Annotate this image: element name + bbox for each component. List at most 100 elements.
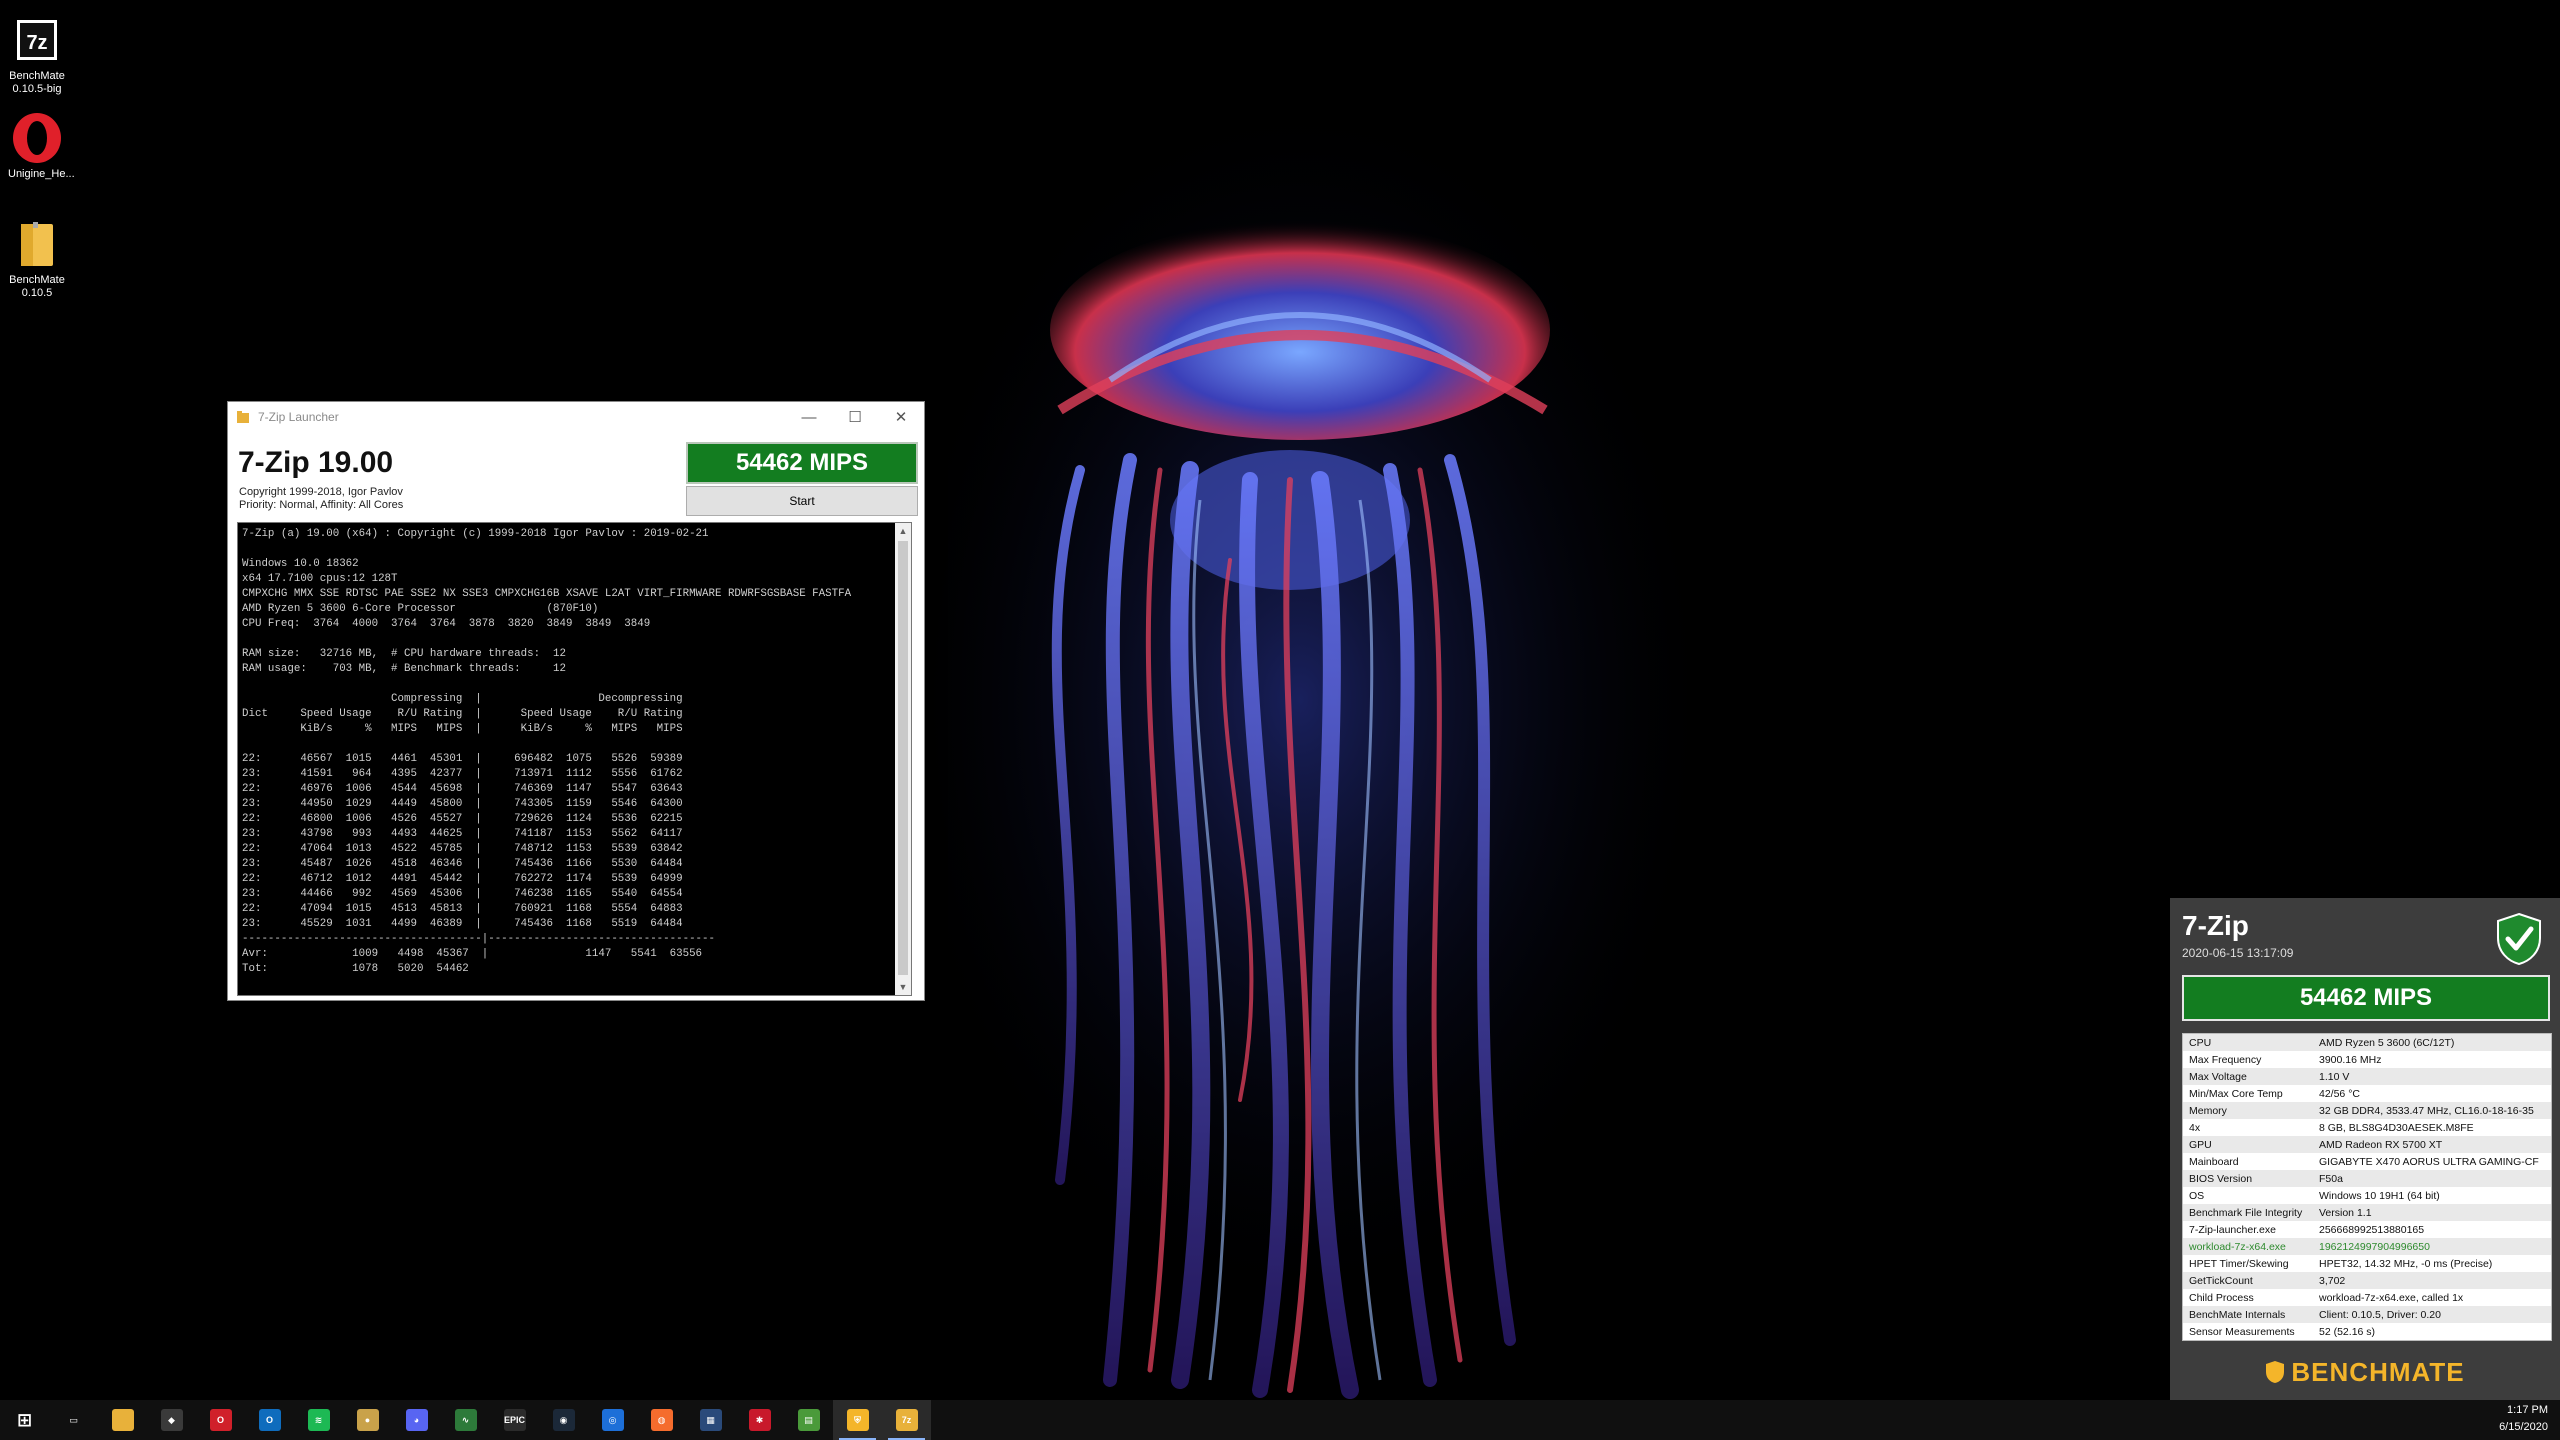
- info-row: CPU AMD Ryzen 5 3600 (6C/12T): [2183, 1034, 2551, 1051]
- console-line: 22: 47094 1015 4513 45813 | 760921 1168 …: [242, 903, 683, 915]
- task-view-icon: ▭: [62, 1409, 85, 1431]
- taskbar-button[interactable]: EPIC: [490, 1400, 539, 1440]
- taskbar-button[interactable]: ◎: [588, 1400, 637, 1440]
- console-line: CPU Freq: 3764 4000 3764 3764 3878 3820 …: [242, 618, 651, 630]
- desktop-icon-unigine[interactable]: Unigine_He...: [8, 112, 75, 181]
- system-clock[interactable]: 1:17 PM 6/15/2020: [2499, 1402, 2548, 1436]
- taskbar-button[interactable]: ◍: [637, 1400, 686, 1440]
- info-key: Mainboard: [2189, 1155, 2239, 1168]
- scroll-thumb[interactable]: [898, 541, 908, 975]
- console-line: 23: 45487 1026 4518 46346 | 745436 1166 …: [242, 858, 683, 870]
- opera-icon: [11, 112, 63, 164]
- joystick-app-icon: ●: [356, 1409, 379, 1431]
- taskbar-button[interactable]: O: [196, 1400, 245, 1440]
- gpu-tool-icon: ▤: [797, 1409, 820, 1431]
- origin-icon: ◍: [650, 1409, 673, 1431]
- info-value: 52 (52.16 s): [2319, 1325, 2376, 1338]
- console-line: 22: 46976 1006 4544 45698 | 746369 1147 …: [242, 783, 683, 795]
- console-line: RAM size: 32716 MB, # CPU hardware threa…: [242, 648, 566, 660]
- info-row: Max Voltage 1.10 V: [2183, 1068, 2551, 1085]
- taskbar-button[interactable]: ▦: [686, 1400, 735, 1440]
- steam-icon: ◉: [552, 1409, 575, 1431]
- svg-text:7z: 7z: [26, 32, 47, 54]
- console-line: 23: 41591 964 4395 42377 | 713971 1112 5…: [242, 768, 683, 780]
- taskbar-button[interactable]: ⛨: [833, 1400, 882, 1440]
- console-line: KiB/s % MIPS MIPS | KiB/s % MIPS MIPS: [242, 723, 683, 735]
- info-key: 7-Zip-launcher.exe: [2189, 1223, 2276, 1236]
- console-line: 23: 44950 1029 4449 45800 | 743305 1159 …: [242, 798, 683, 810]
- launcher-icon: 7z: [895, 1409, 918, 1431]
- info-value: GIGABYTE X470 AORUS ULTRA GAMING-CF: [2319, 1155, 2539, 1168]
- info-key: Child Process: [2189, 1291, 2254, 1304]
- info-row: OS Windows 10 19H1 (64 bit): [2183, 1187, 2551, 1204]
- sevenzip-launcher-window: 7-Zip Launcher — ☐ ✕ 7-Zip 19.00 Copyrig…: [228, 402, 924, 1000]
- taskbar-button[interactable]: ⊞: [0, 1400, 49, 1440]
- console-line: Dict Speed Usage R/U Rating | Speed Usag…: [242, 708, 683, 720]
- taskbar-button[interactable]: O: [245, 1400, 294, 1440]
- scroll-up-icon[interactable]: ▲: [895, 523, 911, 539]
- info-key: BenchMate Internals: [2189, 1308, 2286, 1321]
- info-row: Memory 32 GB DDR4, 3533.47 MHz, CL16.0-18…: [2183, 1102, 2551, 1119]
- desktop-icon-label: Unigine_He...: [8, 168, 75, 180]
- app-info: Copyright 1999-2018, Igor Pavlov Priorit…: [239, 486, 403, 512]
- console-line: 22: 46712 1012 4491 45442 | 762272 1174 …: [242, 873, 683, 885]
- cpu-tool-icon: ▦: [699, 1409, 722, 1431]
- info-value: workload-7z-x64.exe, called 1x: [2319, 1291, 2464, 1304]
- taskbar-button[interactable]: ◉: [539, 1400, 588, 1440]
- info-value: AMD Radeon RX 5700 XT: [2319, 1138, 2443, 1151]
- start-icon: ⊞: [13, 1409, 36, 1431]
- minimize-icon[interactable]: —: [786, 402, 832, 432]
- taskbar-button[interactable]: ◕: [392, 1400, 441, 1440]
- console-scrollbar[interactable]: ▲ ▼: [895, 523, 911, 995]
- console-line: CMPXCHG MMX SSE RDTSC PAE SSE2 NX SSE3 C…: [242, 588, 852, 600]
- info-value: 2566689925138801​65: [2319, 1223, 2425, 1236]
- taskbar-button[interactable]: ◆: [147, 1400, 196, 1440]
- taskbar-button[interactable]: ●: [343, 1400, 392, 1440]
- start-button[interactable]: Start: [686, 486, 918, 516]
- info-key: Min/Max Core Temp: [2189, 1087, 2283, 1100]
- uplay-icon: ◎: [601, 1409, 624, 1431]
- taskbar-button[interactable]: ≋: [294, 1400, 343, 1440]
- desktop-icon-benchmate-folder[interactable]: BenchMate 0.10.5: [8, 218, 66, 300]
- benchmate-logo-text: BENCHMATE: [2291, 1356, 2465, 1387]
- close-icon[interactable]: ✕: [878, 402, 924, 432]
- taskbar-button[interactable]: [98, 1400, 147, 1440]
- info-key: Memory: [2189, 1104, 2227, 1117]
- console-line: 23: 45529 1031 4499 46389 | 745436 1168 …: [242, 918, 683, 930]
- console-line: 7-Zip (a) 19.00 (x64) : Copyright (c) 19…: [242, 528, 709, 540]
- info-value: 8 GB, BLS8G4D30AESEK.M8FE: [2319, 1121, 2474, 1134]
- benchmate-logo: BENCHMATE: [2170, 1354, 2560, 1390]
- clock-time: 1:17 PM: [2507, 1404, 2548, 1416]
- sevenzip-icon: 7z: [11, 14, 63, 66]
- scroll-down-icon[interactable]: ▼: [895, 979, 911, 995]
- info-key: Benchmark File Integrity: [2189, 1206, 2303, 1219]
- system-info-table: CPU AMD Ryzen 5 3600 (6C/12T) Max Frequenc…: [2182, 1033, 2552, 1341]
- info-row: Min/Max Core Temp 42/56 °C: [2183, 1085, 2551, 1102]
- console-line: AMD Ryzen 5 3600 6-Core Processor (870F1…: [242, 603, 599, 615]
- info-value: Windows 10 19H1 (64 bit): [2319, 1189, 2440, 1202]
- info-key: Max Voltage: [2189, 1070, 2247, 1083]
- file-explorer-icon: [111, 1409, 134, 1431]
- app-title: 7-Zip 19.00: [238, 446, 394, 479]
- benchmate-shield-icon: [2266, 1361, 2285, 1383]
- info-value: 32 GB DDR4, 3533.47 MHz, CL16.0-18-16-35: [2319, 1104, 2534, 1117]
- taskbar-button[interactable]: ▭: [49, 1400, 98, 1440]
- maximize-icon[interactable]: ☐: [832, 402, 878, 432]
- window-titlebar[interactable]: 7-Zip Launcher — ☐ ✕: [228, 402, 924, 432]
- taskbar-button[interactable]: ✱: [735, 1400, 784, 1440]
- benchmark-console[interactable]: 7-Zip (a) 19.00 (x64) : Copyright (c) 19…: [237, 522, 912, 996]
- benchmate-panel: 7-Zip 2020-06-15 13:17:09 54462 MIPS CPU…: [2170, 898, 2560, 1400]
- copyright-text: Copyright 1999-2018, Igor Pavlov: [239, 486, 403, 498]
- desktop-icon-label: BenchMate 0.10.5: [9, 274, 65, 299]
- benchmark-datetime: 2020-06-15 13:17:09: [2182, 946, 2294, 960]
- console-line: 23: 43798 993 4493 44625 | 741187 1153 5…: [242, 828, 683, 840]
- info-row: Benchmark File Integrity Version 1.1: [2183, 1204, 2551, 1221]
- info-row: 7-Zip-launcher.exe 2566689925138801​65: [2183, 1221, 2551, 1238]
- spotify-icon: ≋: [307, 1409, 330, 1431]
- folder-icon: [11, 218, 63, 270]
- taskbar-button[interactable]: ∿: [441, 1400, 490, 1440]
- taskbar-button[interactable]: ▤: [784, 1400, 833, 1440]
- desktop-icon-benchmate-big[interactable]: 7z BenchMate 0.10.5-big: [8, 14, 66, 96]
- info-value: Version 1.1: [2319, 1206, 2372, 1219]
- taskbar-button[interactable]: 7z: [882, 1400, 931, 1440]
